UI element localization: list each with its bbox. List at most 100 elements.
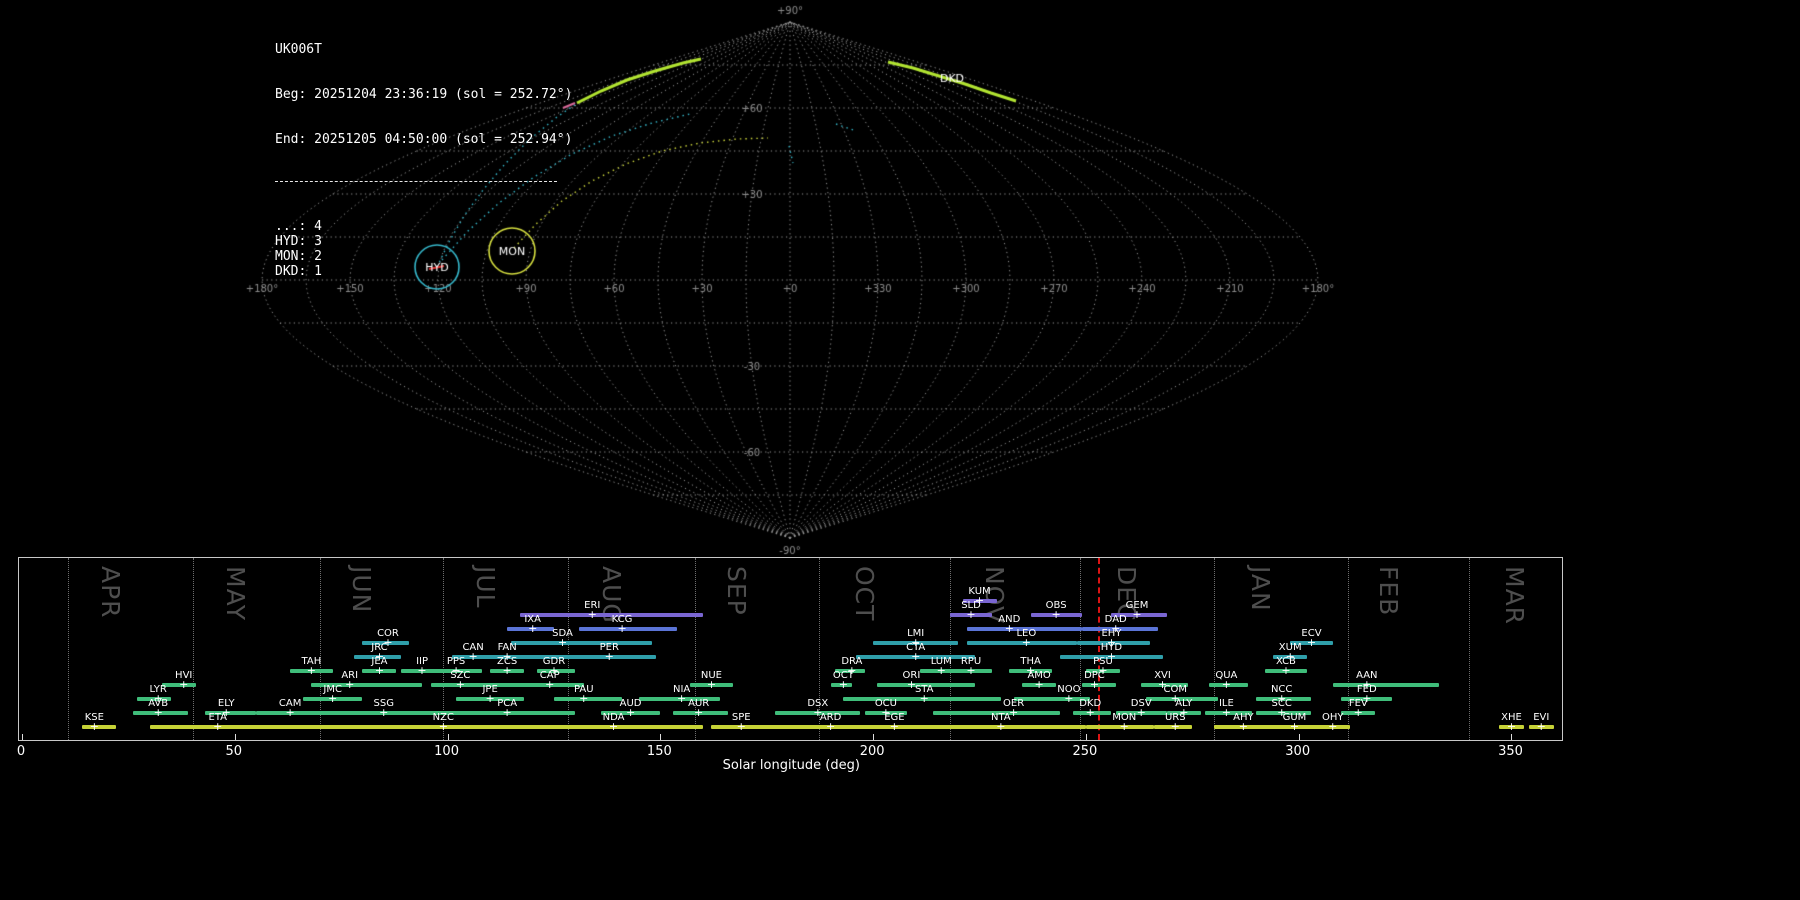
x-axis-tick — [1298, 734, 1300, 740]
shower-peak-marker: + — [1306, 636, 1317, 650]
month-gridline — [68, 558, 70, 740]
x-axis-tick-label: 200 — [859, 744, 885, 759]
shower-count-line: MON: 2 — [275, 249, 322, 264]
x-axis-tick-label: 300 — [1285, 744, 1311, 759]
x-axis-tick-label: 150 — [646, 744, 672, 759]
shower-peak-marker: + — [579, 692, 589, 706]
shower-peak-marker: + — [1004, 622, 1014, 636]
shower-peak-marker: + — [825, 720, 836, 734]
x-axis-label: Solar longitude (deg) — [722, 758, 860, 773]
shower-bar — [149, 725, 329, 729]
shower-peak-marker: + — [677, 692, 687, 706]
shower-bar — [579, 627, 678, 631]
shower-peak-marker: + — [502, 706, 512, 720]
shower-bar — [711, 725, 801, 729]
shower-peak-marker: + — [455, 678, 465, 692]
shower-peak-marker: + — [1506, 720, 1517, 734]
shower-peak-marker: + — [417, 664, 427, 678]
shower-peak-marker: + — [285, 706, 295, 720]
shower-peak-marker: + — [153, 706, 163, 720]
shower-peak-marker: + — [502, 664, 512, 678]
shower-peak-marker: + — [608, 720, 619, 734]
radiant-plot-app: UK006T Beg: 20251204 23:36:19 (sol = 252… — [0, 0, 1800, 900]
month-label: JUN — [346, 566, 376, 614]
month-label: JUL — [470, 566, 500, 609]
shower-peak-marker: + — [1353, 706, 1363, 720]
shower-bar — [519, 655, 657, 659]
shower-peak-marker: + — [1051, 608, 1061, 622]
month-label: MAR — [1499, 566, 1529, 626]
shower-peak-marker: + — [379, 706, 389, 720]
month-gridline — [193, 558, 195, 740]
x-axis-tick — [660, 734, 662, 740]
shower-peak-marker: + — [528, 622, 538, 636]
x-axis-tick-label: 100 — [434, 744, 459, 759]
shower-peak-marker: + — [966, 608, 976, 622]
activity-timeline-panel: APR MAY JUN JUL AUG SEP OCT NOV DEC JAN FEB MAR KUM +… — [18, 557, 1563, 741]
shower-peak-marker: + — [545, 678, 555, 692]
obs-begin-line: Beg: 20251204 23:36:19 (sol = 252.72°) — [275, 87, 573, 102]
shower-peak-marker: + — [736, 720, 746, 734]
shower-peak-marker: + — [996, 720, 1006, 734]
shower-peak-marker: + — [919, 692, 929, 706]
obs-end-line: End: 20251205 04:50:00 (sol = 252.94°) — [275, 132, 573, 147]
shower-peak-marker: + — [587, 608, 597, 622]
x-axis-tick — [873, 734, 875, 740]
observation-info: UK006T Beg: 20251204 23:36:19 (sol = 252… — [275, 12, 572, 309]
shower-peak-marker: + — [694, 706, 704, 720]
shower-peak-marker: + — [1289, 720, 1300, 734]
shower-peak-marker: + — [438, 720, 448, 734]
sky-map-canvas — [0, 0, 1800, 556]
shower-count-line: HYD: 3 — [275, 234, 322, 249]
shower-peak-marker: + — [1281, 664, 1291, 678]
shower-bar — [545, 725, 703, 729]
shower-peak-marker: + — [89, 720, 99, 734]
shower-peak-marker: + — [1238, 720, 1248, 734]
shower-peak-marker: + — [889, 720, 900, 734]
shower-count-line: ...: 4 — [275, 219, 322, 234]
shower-peak-marker: + — [468, 650, 478, 664]
shower-bar — [511, 641, 652, 645]
month-gridline — [1468, 558, 1470, 740]
shower-peak-marker: + — [1136, 706, 1146, 720]
shower-peak-marker: + — [936, 664, 946, 678]
shower-peak-marker: + — [1064, 692, 1074, 706]
x-axis-tick-label: 250 — [1072, 744, 1098, 759]
x-axis-tick-label: 0 — [16, 744, 26, 759]
month-label: MAY — [221, 566, 251, 622]
shower-peak-marker: + — [617, 622, 627, 636]
shower-peak-marker: + — [1089, 678, 1100, 692]
month-label: SEP — [721, 566, 751, 616]
shower-peak-marker: + — [1221, 678, 1231, 692]
header-separator — [275, 181, 557, 182]
shower-peak-marker: + — [306, 664, 316, 678]
shower-peak-marker: + — [1085, 706, 1095, 720]
station-id: UK006T — [275, 42, 322, 57]
month-label: APR — [95, 566, 125, 619]
shower-bar — [932, 725, 1086, 729]
shower-bar — [498, 683, 584, 687]
shower-peak-marker: + — [625, 706, 636, 720]
shower-count-list: ...: 4 HYD: 3 MON: 2 DKD: 1 — [275, 219, 572, 279]
shower-peak-marker: + — [1170, 720, 1180, 734]
shower-peak-marker: + — [557, 636, 568, 650]
shower-peak-marker: + — [328, 692, 338, 706]
shower-peak-marker: + — [1328, 720, 1338, 734]
shower-peak-marker: + — [966, 664, 976, 678]
month-label: JAN — [1245, 566, 1275, 612]
shower-peak-marker: + — [838, 678, 848, 692]
shower-bar — [1332, 683, 1440, 687]
x-axis-tick — [22, 734, 23, 740]
shower-peak-marker: + — [345, 678, 355, 692]
x-axis-tick-label: 350 — [1498, 744, 1523, 759]
shower-peak-marker: + — [1536, 720, 1546, 734]
x-axis-tick-label: 50 — [225, 744, 243, 759]
shower-peak-marker: + — [1021, 636, 1031, 650]
shower-peak-marker: + — [179, 678, 189, 692]
x-axis-tick — [447, 734, 449, 740]
shower-peak-marker: + — [213, 720, 223, 734]
shower-peak-marker: + — [485, 692, 495, 706]
month-label: FEB — [1373, 566, 1403, 617]
shower-peak-marker: + — [1034, 678, 1044, 692]
x-axis-tick — [234, 734, 236, 740]
